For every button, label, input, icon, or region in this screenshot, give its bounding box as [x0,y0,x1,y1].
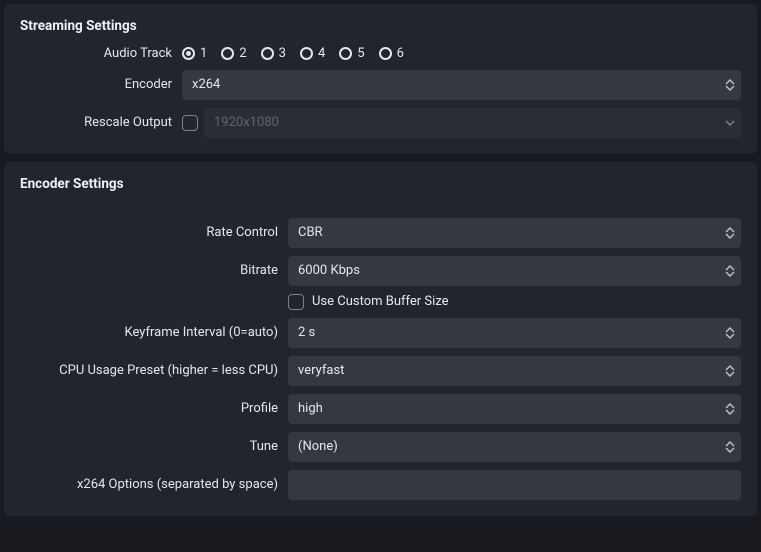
profile-label: Profile [20,401,288,417]
audio-track-radio-group: 1 2 3 4 5 [182,46,404,61]
audio-track-option-3[interactable]: 3 [261,46,286,61]
bitrate-row: Bitrate 6000 Kbps [20,256,741,286]
bitrate-stepper[interactable]: 6000 Kbps [288,256,741,286]
radio-icon [261,47,274,60]
tune-select[interactable]: (None) [288,432,741,462]
audio-track-label: Audio Track [20,46,182,62]
keyframe-row: Keyframe Interval (0=auto) 2 s [20,318,741,348]
radio-icon [221,47,234,60]
encoder-select[interactable]: x264 [182,70,741,100]
radio-icon [339,47,352,60]
radio-label: 5 [357,46,364,61]
radio-label: 2 [239,46,246,61]
encoder-label: Encoder [20,77,182,93]
stepper-icon [719,318,741,348]
x264-options-input[interactable] [288,470,741,500]
rate-control-row: Rate Control CBR [20,218,741,248]
cpu-preset-label: CPU Usage Preset (higher = less CPU) [20,363,288,379]
updown-icon [719,432,741,462]
keyframe-label: Keyframe Interval (0=auto) [20,325,288,341]
keyframe-stepper[interactable]: 2 s [288,318,741,348]
keyframe-value: 2 s [298,325,731,340]
audio-track-option-5[interactable]: 5 [339,46,364,61]
streaming-settings-title: Streaming Settings [20,18,741,34]
updown-icon [719,394,741,424]
custom-buffer-row: Use Custom Buffer Size [20,294,741,310]
rescale-output-select[interactable]: 1920x1080 [204,108,741,138]
radio-icon [379,47,392,60]
x264-options-label: x264 Options (separated by space) [20,477,288,493]
updown-icon [719,356,741,386]
rescale-output-row: Rescale Output 1920x1080 [20,108,741,138]
audio-track-option-6[interactable]: 6 [379,46,404,61]
bitrate-value: 6000 Kbps [298,263,731,278]
tune-value: (None) [298,439,731,454]
encoder-row: Encoder x264 [20,70,741,100]
rescale-output-label: Rescale Output [20,115,182,131]
audio-track-option-1[interactable]: 1 [182,46,207,61]
chevron-down-icon [719,108,741,138]
encoder-settings-title: Encoder Settings [20,176,741,192]
profile-row: Profile high [20,394,741,424]
profile-value: high [298,401,731,416]
x264-options-row: x264 Options (separated by space) [20,470,741,500]
rate-control-select[interactable]: CBR [288,218,741,248]
rate-control-label: Rate Control [20,225,288,241]
radio-icon [300,47,313,60]
profile-select[interactable]: high [288,394,741,424]
rescale-output-checkbox[interactable] [182,115,198,131]
encoder-value: x264 [192,77,731,92]
bitrate-label: Bitrate [20,263,288,279]
cpu-preset-row: CPU Usage Preset (higher = less CPU) ver… [20,356,741,386]
updown-icon [719,218,741,248]
radio-label: 4 [318,46,325,61]
audio-track-option-4[interactable]: 4 [300,46,325,61]
radio-label: 1 [200,46,207,61]
encoder-settings-panel: Encoder Settings Rate Control CBR Bitrat… [4,162,757,516]
cpu-preset-value: veryfast [298,363,731,378]
radio-label: 6 [397,46,404,61]
rescale-output-placeholder: 1920x1080 [214,115,279,130]
radio-label: 3 [279,46,286,61]
tune-row: Tune (None) [20,432,741,462]
streaming-settings-panel: Streaming Settings Audio Track 1 2 3 [4,4,757,154]
updown-icon [719,70,741,100]
audio-track-row: Audio Track 1 2 3 4 [20,46,741,62]
cpu-preset-select[interactable]: veryfast [288,356,741,386]
stepper-icon [719,256,741,286]
custom-buffer-label: Use Custom Buffer Size [312,294,449,309]
rate-control-value: CBR [298,225,731,240]
tune-label: Tune [20,439,288,455]
custom-buffer-checkbox[interactable] [288,294,304,310]
radio-icon [182,47,195,60]
audio-track-option-2[interactable]: 2 [221,46,246,61]
